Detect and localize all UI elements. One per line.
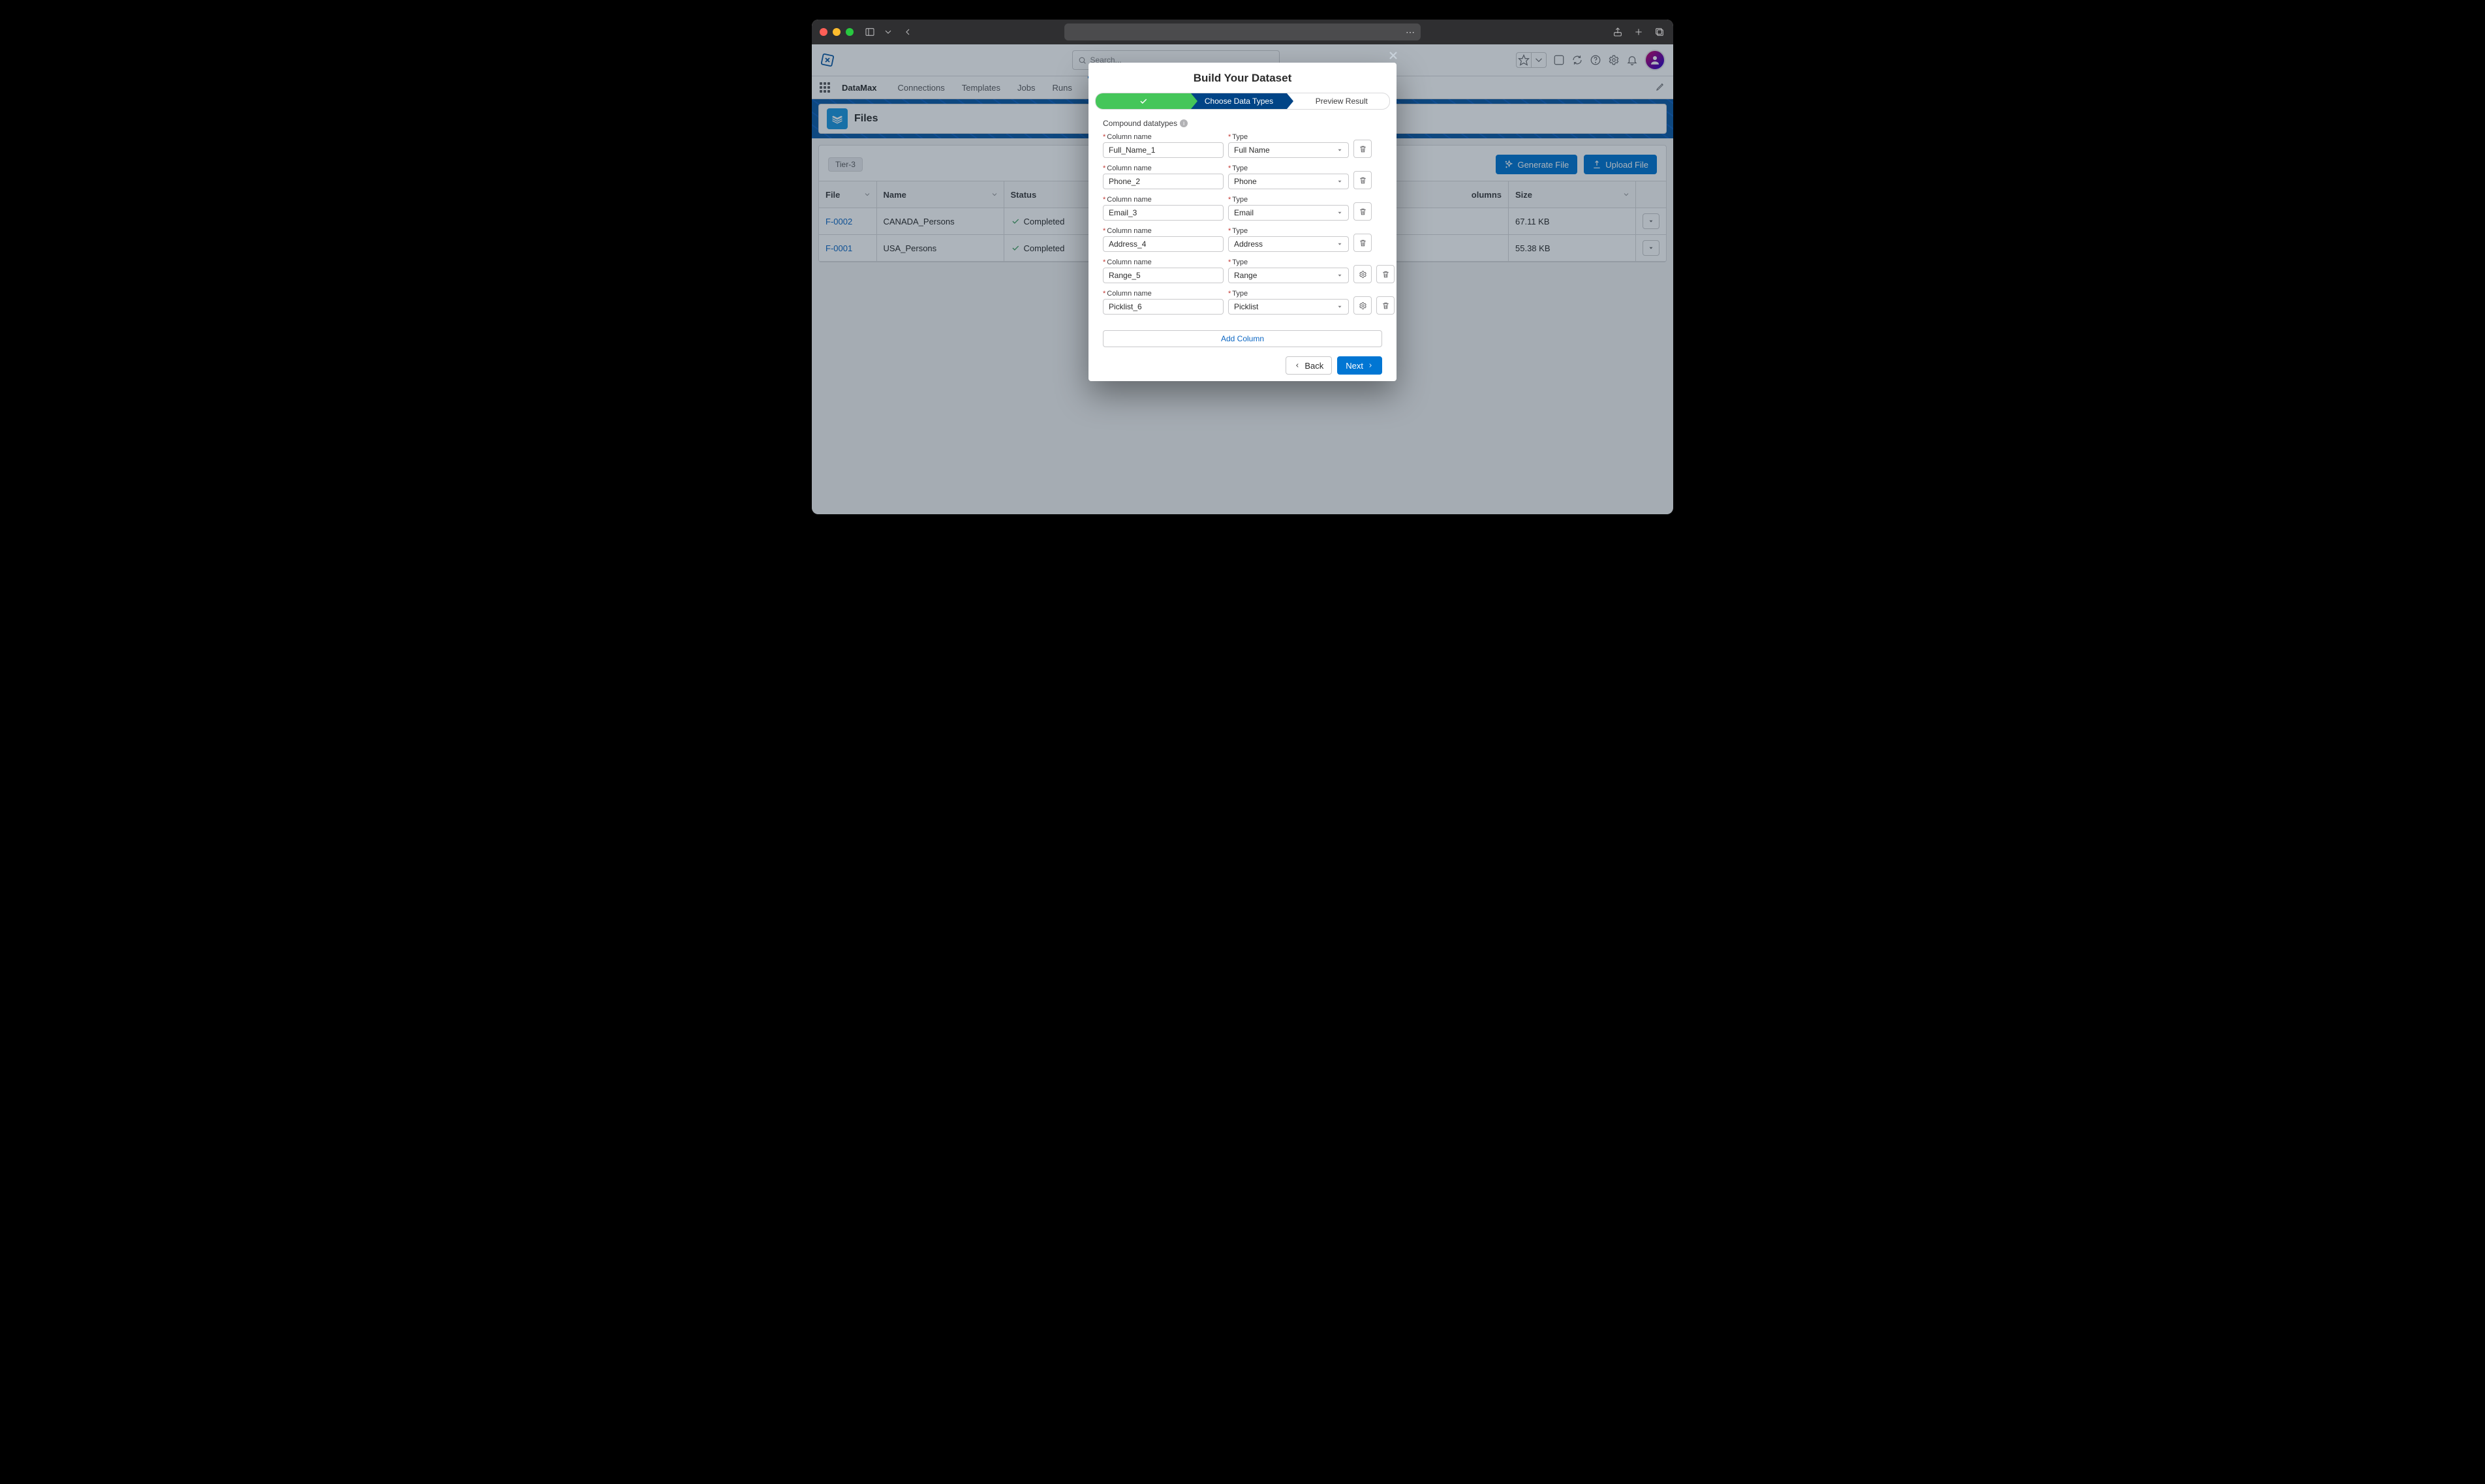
back-button[interactable]: Back — [1286, 356, 1332, 375]
close-window-icon[interactable] — [820, 28, 827, 36]
delete-row-icon[interactable] — [1353, 171, 1372, 189]
type-label: *Type — [1228, 196, 1349, 204]
column-name-input[interactable]: Range_5 — [1103, 268, 1224, 283]
tab-group-chevron-icon[interactable] — [882, 26, 894, 38]
address-bar[interactable]: ⋯ — [1064, 23, 1421, 40]
type-label: *Type — [1228, 164, 1349, 172]
column-name-input[interactable]: Picklist_6 — [1103, 299, 1224, 315]
type-select[interactable]: Address — [1228, 236, 1349, 252]
type-label: *Type — [1228, 290, 1349, 298]
type-select[interactable]: Picklist — [1228, 299, 1349, 315]
progress-step-preview: Preview Result — [1287, 93, 1389, 109]
reader-icon: ⋯ — [1406, 27, 1415, 38]
tabs-overview-icon[interactable] — [1654, 26, 1665, 38]
share-icon[interactable] — [1612, 26, 1624, 38]
window-controls — [820, 28, 854, 36]
column-name-label: *Column name — [1103, 290, 1224, 298]
field-row: *Column name Range_5 *Type Range — [1103, 258, 1382, 283]
column-name-input[interactable]: Full_Name_1 — [1103, 142, 1224, 158]
delete-row-icon[interactable] — [1353, 202, 1372, 221]
type-select[interactable]: Email — [1228, 205, 1349, 221]
delete-row-icon[interactable] — [1376, 296, 1395, 315]
next-button[interactable]: Next — [1337, 356, 1382, 375]
app-viewport: Search... DataMax Connections — [812, 44, 1673, 514]
settings-gear-icon[interactable] — [1353, 265, 1372, 283]
titlebar: ⋯ — [812, 20, 1673, 44]
minimize-window-icon[interactable] — [833, 28, 841, 36]
progress-step-choose: Choose Data Types — [1191, 93, 1286, 109]
column-name-input[interactable]: Phone_2 — [1103, 174, 1224, 189]
progress-step-done — [1096, 93, 1191, 109]
type-label: *Type — [1228, 227, 1349, 235]
column-name-label: *Column name — [1103, 164, 1224, 172]
new-tab-icon[interactable] — [1633, 26, 1644, 38]
browser-window: ⋯ Search... — [812, 20, 1673, 514]
column-name-label: *Column name — [1103, 258, 1224, 266]
field-row: *Column name Picklist_6 *Type Picklist — [1103, 290, 1382, 315]
build-dataset-modal: Build Your Dataset Choose Data Types Pre… — [1088, 63, 1397, 381]
column-name-input[interactable]: Address_4 — [1103, 236, 1224, 252]
back-icon[interactable] — [902, 26, 914, 38]
settings-gear-icon[interactable] — [1353, 296, 1372, 315]
column-name-label: *Column name — [1103, 133, 1224, 141]
delete-row-icon[interactable] — [1353, 140, 1372, 158]
field-row: *Column name Phone_2 *Type Phone — [1103, 164, 1382, 189]
sidebar-toggle-icon[interactable] — [864, 26, 876, 38]
modal-title: Build Your Dataset — [1088, 72, 1397, 85]
modal-progress: Choose Data Types Preview Result — [1095, 93, 1390, 110]
info-icon[interactable]: i — [1180, 119, 1188, 127]
field-row: *Column name Email_3 *Type Email — [1103, 196, 1382, 221]
modal-close-icon[interactable] — [1386, 48, 1400, 63]
column-name-label: *Column name — [1103, 227, 1224, 235]
type-select[interactable]: Range — [1228, 268, 1349, 283]
compound-section-label: Compound datatypes i — [1103, 119, 1382, 128]
column-name-label: *Column name — [1103, 196, 1224, 204]
type-select[interactable]: Full Name — [1228, 142, 1349, 158]
delete-row-icon[interactable] — [1376, 265, 1395, 283]
type-label: *Type — [1228, 133, 1349, 141]
add-column-button[interactable]: Add Column — [1103, 330, 1382, 347]
field-row: *Column name Full_Name_1 *Type Full Name — [1103, 133, 1382, 158]
type-select[interactable]: Phone — [1228, 174, 1349, 189]
type-label: *Type — [1228, 258, 1349, 266]
delete-row-icon[interactable] — [1353, 234, 1372, 252]
column-name-input[interactable]: Email_3 — [1103, 205, 1224, 221]
zoom-window-icon[interactable] — [846, 28, 854, 36]
field-row: *Column name Address_4 *Type Address — [1103, 227, 1382, 252]
